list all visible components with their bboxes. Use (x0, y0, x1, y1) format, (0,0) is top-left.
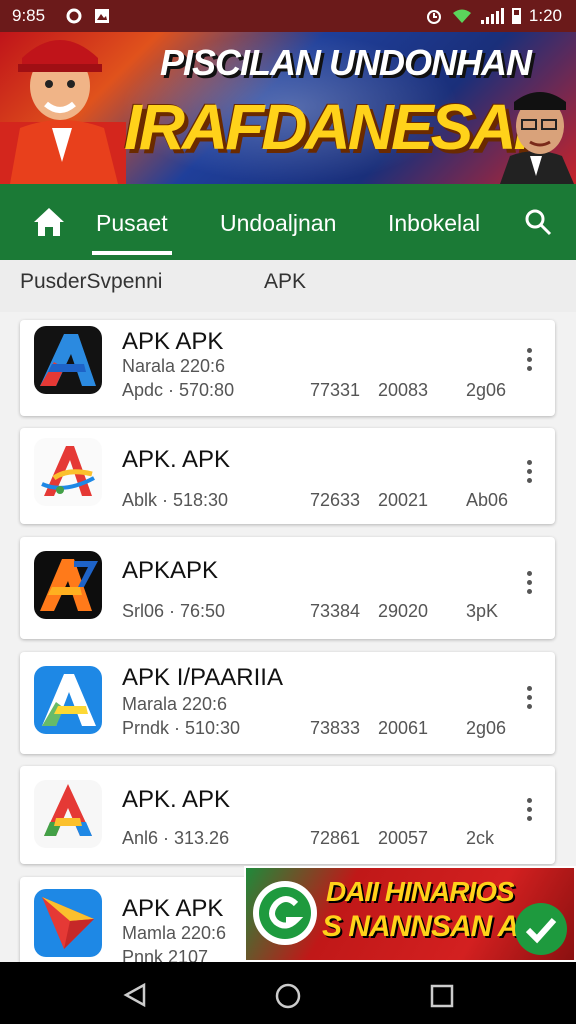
status-clock: 1:20 (528, 6, 562, 25)
app-name: APK. APK (122, 786, 231, 813)
app-subtitle: Mamla 220:6 (122, 923, 227, 943)
app-icon (34, 666, 102, 734)
app-meta-id: 72861 (310, 828, 361, 848)
app-meta-tag: 2g06 (466, 718, 507, 738)
sync-icon (66, 8, 82, 24)
status-time: 9:85 (12, 6, 46, 25)
image-icon (95, 9, 109, 23)
app-icon (34, 438, 102, 506)
app-meta-id: 77331 (310, 380, 361, 400)
app-icon (34, 551, 102, 619)
main-nav: Pusaet Undoaljnan Inbokelal (0, 184, 576, 260)
home-button-icon[interactable] (274, 982, 302, 1010)
app-meta-date: Anl6 · 313.26 (122, 828, 230, 848)
app-subtitle: Marala 220:6 (122, 694, 228, 714)
check-icon[interactable] (514, 902, 568, 956)
app-meta-id: 72633 (310, 490, 361, 510)
app-meta-tag: 2g06 (466, 380, 507, 400)
battery-icon (511, 8, 521, 24)
app-meta-date: Prndk · 510:30 (122, 718, 241, 738)
app-meta-count: 20057 (378, 828, 429, 848)
more-icon[interactable] (527, 571, 533, 598)
list-item[interactable]: APK. APK Ablk · 518:30 72633 20021 Ab06 (20, 428, 555, 524)
list-item[interactable]: APKAPK Srl06 · 76:50 73384 29020 3pK (20, 537, 555, 639)
search-icon[interactable] (524, 208, 552, 236)
app-icon (34, 326, 102, 394)
app-meta-id: 73384 (310, 601, 361, 621)
ad-banner[interactable]: DAII HINARIOS S NANNSAN APK (244, 866, 576, 962)
list-item[interactable]: APK I/PAARIIA Marala 220:6 Prndk · 510:3… (20, 652, 555, 754)
promo-banner[interactable]: PISCILAN UNDONHAN IRAFDANESAI (0, 32, 576, 184)
app-name: APKAPK (122, 557, 219, 584)
app-meta-count: 20021 (378, 490, 429, 510)
more-icon[interactable] (527, 348, 533, 375)
signal-icon (480, 8, 504, 24)
more-icon[interactable] (527, 460, 533, 487)
list-item[interactable]: APK. APK Anl6 · 313.26 72861 20057 2ck (20, 766, 555, 864)
subtab-apk[interactable]: APK (264, 270, 306, 294)
banner-headline: IRAFDANESAI (124, 91, 531, 163)
tab-pusaet[interactable]: Pusaet (92, 210, 172, 255)
app-meta-tag: 3pK (466, 601, 499, 621)
list-item[interactable]: APK APK Narala 220:6 Apdc · 570:80 77331… (20, 320, 555, 416)
app-meta-date: Srl06 · 76:50 (122, 601, 226, 621)
app-meta-tag: Ab06 (466, 490, 509, 510)
app-name: APK I/PAARIIA (122, 664, 283, 691)
app-name: APK APK (122, 895, 224, 922)
sub-tabs: PusderSvpenni APK (0, 260, 576, 312)
tab-undoaljnan[interactable]: Undoaljnan (220, 210, 336, 237)
app-meta-count: 20061 (378, 718, 429, 738)
system-nav-bar (0, 962, 576, 1024)
app-logo-icon (253, 881, 317, 945)
alarm-icon (426, 10, 441, 24)
more-icon[interactable] (527, 798, 533, 825)
app-icon (34, 889, 102, 957)
wifi-icon (452, 9, 471, 23)
app-meta-date: Apdc · 570:80 (122, 380, 235, 400)
status-bar: 9:85 1:20 (0, 0, 576, 32)
app-subtitle: Narala 220:6 (122, 356, 226, 376)
person-illustration (500, 92, 574, 184)
mascot-illustration (0, 40, 126, 184)
app-meta-count: 20083 (378, 380, 429, 400)
app-name: APK. APK (122, 446, 231, 473)
banner-title: PISCILAN UNDONHAN (160, 42, 532, 83)
subtab-pusdersvpenni[interactable]: PusderSvpenni (20, 270, 162, 294)
tab-inbokelal[interactable]: Inbokelal (388, 210, 480, 237)
app-meta-date: Ablk · 518:30 (122, 490, 229, 510)
home-icon[interactable] (32, 206, 66, 238)
app-meta-tag: 2ck (466, 828, 495, 848)
recents-icon[interactable] (430, 984, 454, 1008)
back-icon[interactable] (122, 982, 148, 1008)
app-meta-count: 29020 (378, 601, 429, 621)
app-icon (34, 780, 102, 848)
more-icon[interactable] (527, 686, 533, 713)
app-meta-id: 73833 (310, 718, 361, 738)
ad-title: DAII HINARIOS (326, 876, 515, 907)
app-name: APK APK (122, 328, 224, 355)
